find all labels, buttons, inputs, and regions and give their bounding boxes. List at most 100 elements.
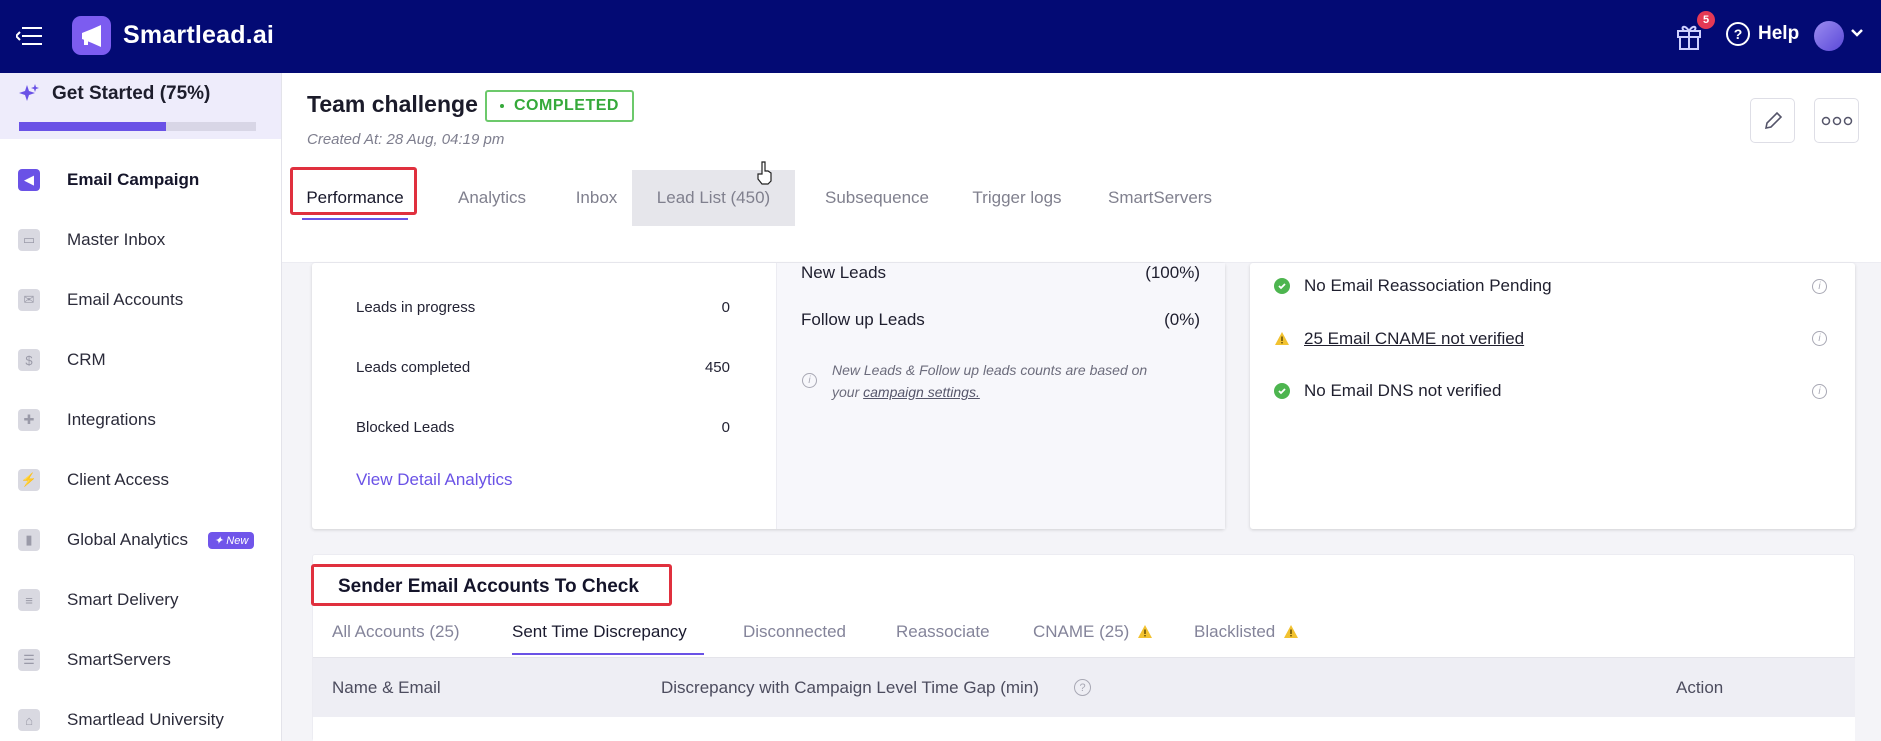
brand-logo[interactable]: Smartlead.ai — [72, 16, 274, 55]
bar-chart-icon: ▮ — [18, 529, 40, 551]
stat-leads-in-progress: Leads in progress 0 — [356, 299, 730, 316]
gift-icon[interactable] — [1676, 22, 1702, 50]
sidebar-item-label: Email Accounts — [67, 290, 184, 309]
dollar-icon: $ — [18, 349, 40, 371]
cname-not-verified-link[interactable]: 25 Email CNAME not verified — [1304, 329, 1524, 349]
sidebar-item-label: Email Campaign — [67, 170, 200, 189]
table-body — [313, 717, 1855, 741]
column-header-action: Action — [1676, 678, 1724, 697]
health-check-card: No Email Reassociation Pending 25 Email … — [1250, 263, 1855, 529]
more-options-button[interactable] — [1814, 98, 1859, 143]
get-started-panel[interactable]: Get Started (75%) — [0, 73, 281, 139]
puzzle-icon: ✚ — [18, 409, 40, 431]
info-icon[interactable]: i — [1812, 279, 1827, 294]
lead-type-value: (0%) — [1164, 310, 1200, 329]
sidebar-item-integrations[interactable]: ✚ Integrations — [0, 395, 281, 445]
subtab-cname-25[interactable]: CNAME (25) — [1033, 622, 1153, 642]
sender-section-title: Sender Email Accounts To Check — [338, 576, 639, 597]
warning-icon — [1275, 332, 1289, 345]
help-circle-icon: ? — [1726, 22, 1750, 46]
stat-label: Leads completed — [356, 359, 471, 376]
subtab-all-accounts-25[interactable]: All Accounts (25) — [332, 622, 460, 642]
notification-count-badge: 5 — [1697, 11, 1715, 29]
help-label: Help — [1758, 23, 1800, 44]
stat-value: 0 — [721, 419, 730, 436]
check-circle-icon — [1274, 383, 1290, 399]
sidebar-item-label: Smartlead University — [67, 710, 224, 729]
stat-value: 450 — [704, 359, 730, 376]
get-started-progress-bar — [19, 122, 256, 131]
sparkle-icon — [19, 84, 39, 101]
tab-inbox[interactable]: Inbox — [565, 170, 628, 226]
sidebar-item-email-campaign[interactable]: ◀ Email Campaign — [0, 155, 281, 205]
subtab-sent-time-discrepancy[interactable]: Sent Time Discrepancy — [512, 622, 687, 642]
menu-collapse-icon[interactable] — [16, 25, 44, 47]
sidebar-item-label: Smart Delivery — [67, 590, 179, 609]
chevron-down-icon[interactable] — [1850, 26, 1864, 40]
tab-smartservers[interactable]: SmartServers — [1095, 170, 1225, 226]
pencil-icon — [1764, 111, 1782, 129]
sidebar-item-label: Master Inbox — [67, 230, 166, 249]
sidebar-item-email-accounts[interactable]: ✉ Email Accounts — [0, 275, 281, 325]
sidebar-item-label: Client Access — [67, 470, 170, 489]
active-subtab-underline — [512, 653, 704, 655]
user-avatar[interactable] — [1814, 21, 1844, 51]
health-check-reassociation: No Email Reassociation Pending — [1274, 276, 1552, 296]
subtab-disconnected[interactable]: Disconnected — [743, 622, 846, 642]
info-icon[interactable]: i — [1812, 384, 1827, 399]
subtab-reassociate[interactable]: Reassociate — [896, 622, 990, 642]
get-started-progress-fill — [19, 122, 166, 131]
sidebar-item-smartservers[interactable]: ☰ SmartServers — [0, 635, 281, 685]
server-icon: ☰ — [18, 649, 40, 671]
subtab-label: Reassociate — [896, 622, 990, 641]
edit-button[interactable] — [1750, 98, 1795, 143]
sidebar-item-crm[interactable]: $ CRM — [0, 335, 281, 385]
tab-analytics[interactable]: Analytics — [447, 170, 537, 226]
new-badge: ✦ New — [208, 531, 255, 549]
bolt-icon: ⚡ — [18, 469, 40, 491]
sidebar-item-master-inbox[interactable]: ▭ Master Inbox — [0, 215, 281, 265]
table-header: Name & Email Discrepancy with Campaign L… — [313, 657, 1855, 717]
question-help-icon[interactable]: ? — [1074, 679, 1091, 696]
campaign-settings-link[interactable]: campaign settings. — [863, 384, 980, 400]
brand-name: Smartlead.ai — [123, 21, 275, 49]
status-label: COMPLETED — [514, 97, 619, 114]
sidebar-item-client-access[interactable]: ⚡ Client Access — [0, 455, 281, 505]
envelope-icon: ✉ — [18, 289, 40, 311]
more-dots-icon — [1821, 116, 1852, 125]
sidebar-item-smartlead-university[interactable]: ⌂ Smartlead University — [0, 695, 281, 741]
stat-label: Blocked Leads — [356, 419, 455, 436]
sidebar-item-smart-delivery[interactable]: ≡ Smart Delivery — [0, 575, 281, 625]
help-button[interactable]: ? Help — [1726, 22, 1799, 46]
top-navigation-bar: Smartlead.ai 5 ? Help — [0, 0, 1881, 73]
view-detail-analytics-link[interactable]: View Detail Analytics — [356, 470, 513, 490]
lead-type-panel: New Leads (100%) Follow up Leads (0%) i … — [776, 263, 1225, 529]
megaphone-icon: ◀ — [18, 169, 40, 191]
column-header-discrepancy[interactable]: Discrepancy with Campaign Level Time Gap… — [661, 678, 1039, 698]
info-icon[interactable]: i — [1812, 331, 1827, 346]
health-check-label: No Email DNS not verified — [1304, 381, 1502, 400]
warning-icon — [1284, 625, 1299, 638]
health-check-cname: 25 Email CNAME not verified — [1274, 329, 1524, 349]
tab-trigger-logs[interactable]: Trigger logs — [962, 170, 1072, 226]
stat-blocked-leads: Blocked Leads 0 — [356, 419, 730, 436]
column-header-name-email[interactable]: Name & Email — [332, 678, 441, 698]
created-at-text: Created At: 28 Aug, 04:19 pm — [307, 131, 505, 148]
warning-icon — [1138, 625, 1153, 638]
subtab-label: All Accounts (25) — [332, 622, 460, 641]
tab-subsequence[interactable]: Subsequence — [812, 170, 942, 226]
subtab-label: Disconnected — [743, 622, 847, 641]
subtab-label: CNAME (25) — [1033, 622, 1130, 641]
lead-type-value: (100%) — [1145, 263, 1200, 282]
sidebar-item-label: Global Analytics — [67, 530, 188, 549]
hand-cursor-icon — [757, 161, 772, 185]
logo-megaphone-icon — [72, 16, 111, 55]
lead-count-note: New Leads & Follow up leads counts are b… — [832, 359, 1172, 403]
subtab-blacklisted[interactable]: Blacklisted — [1194, 622, 1299, 642]
health-check-label: No Email Reassociation Pending — [1304, 276, 1552, 295]
stat-value: 0 — [721, 299, 730, 316]
page-title: Team challenge — [307, 91, 478, 117]
sidebar-item-label: SmartServers — [67, 650, 171, 669]
sidebar-item-global-analytics[interactable]: ▮ Global Analytics ✦ New — [0, 515, 281, 565]
new-leads-row: New Leads (100%) — [801, 263, 1200, 283]
